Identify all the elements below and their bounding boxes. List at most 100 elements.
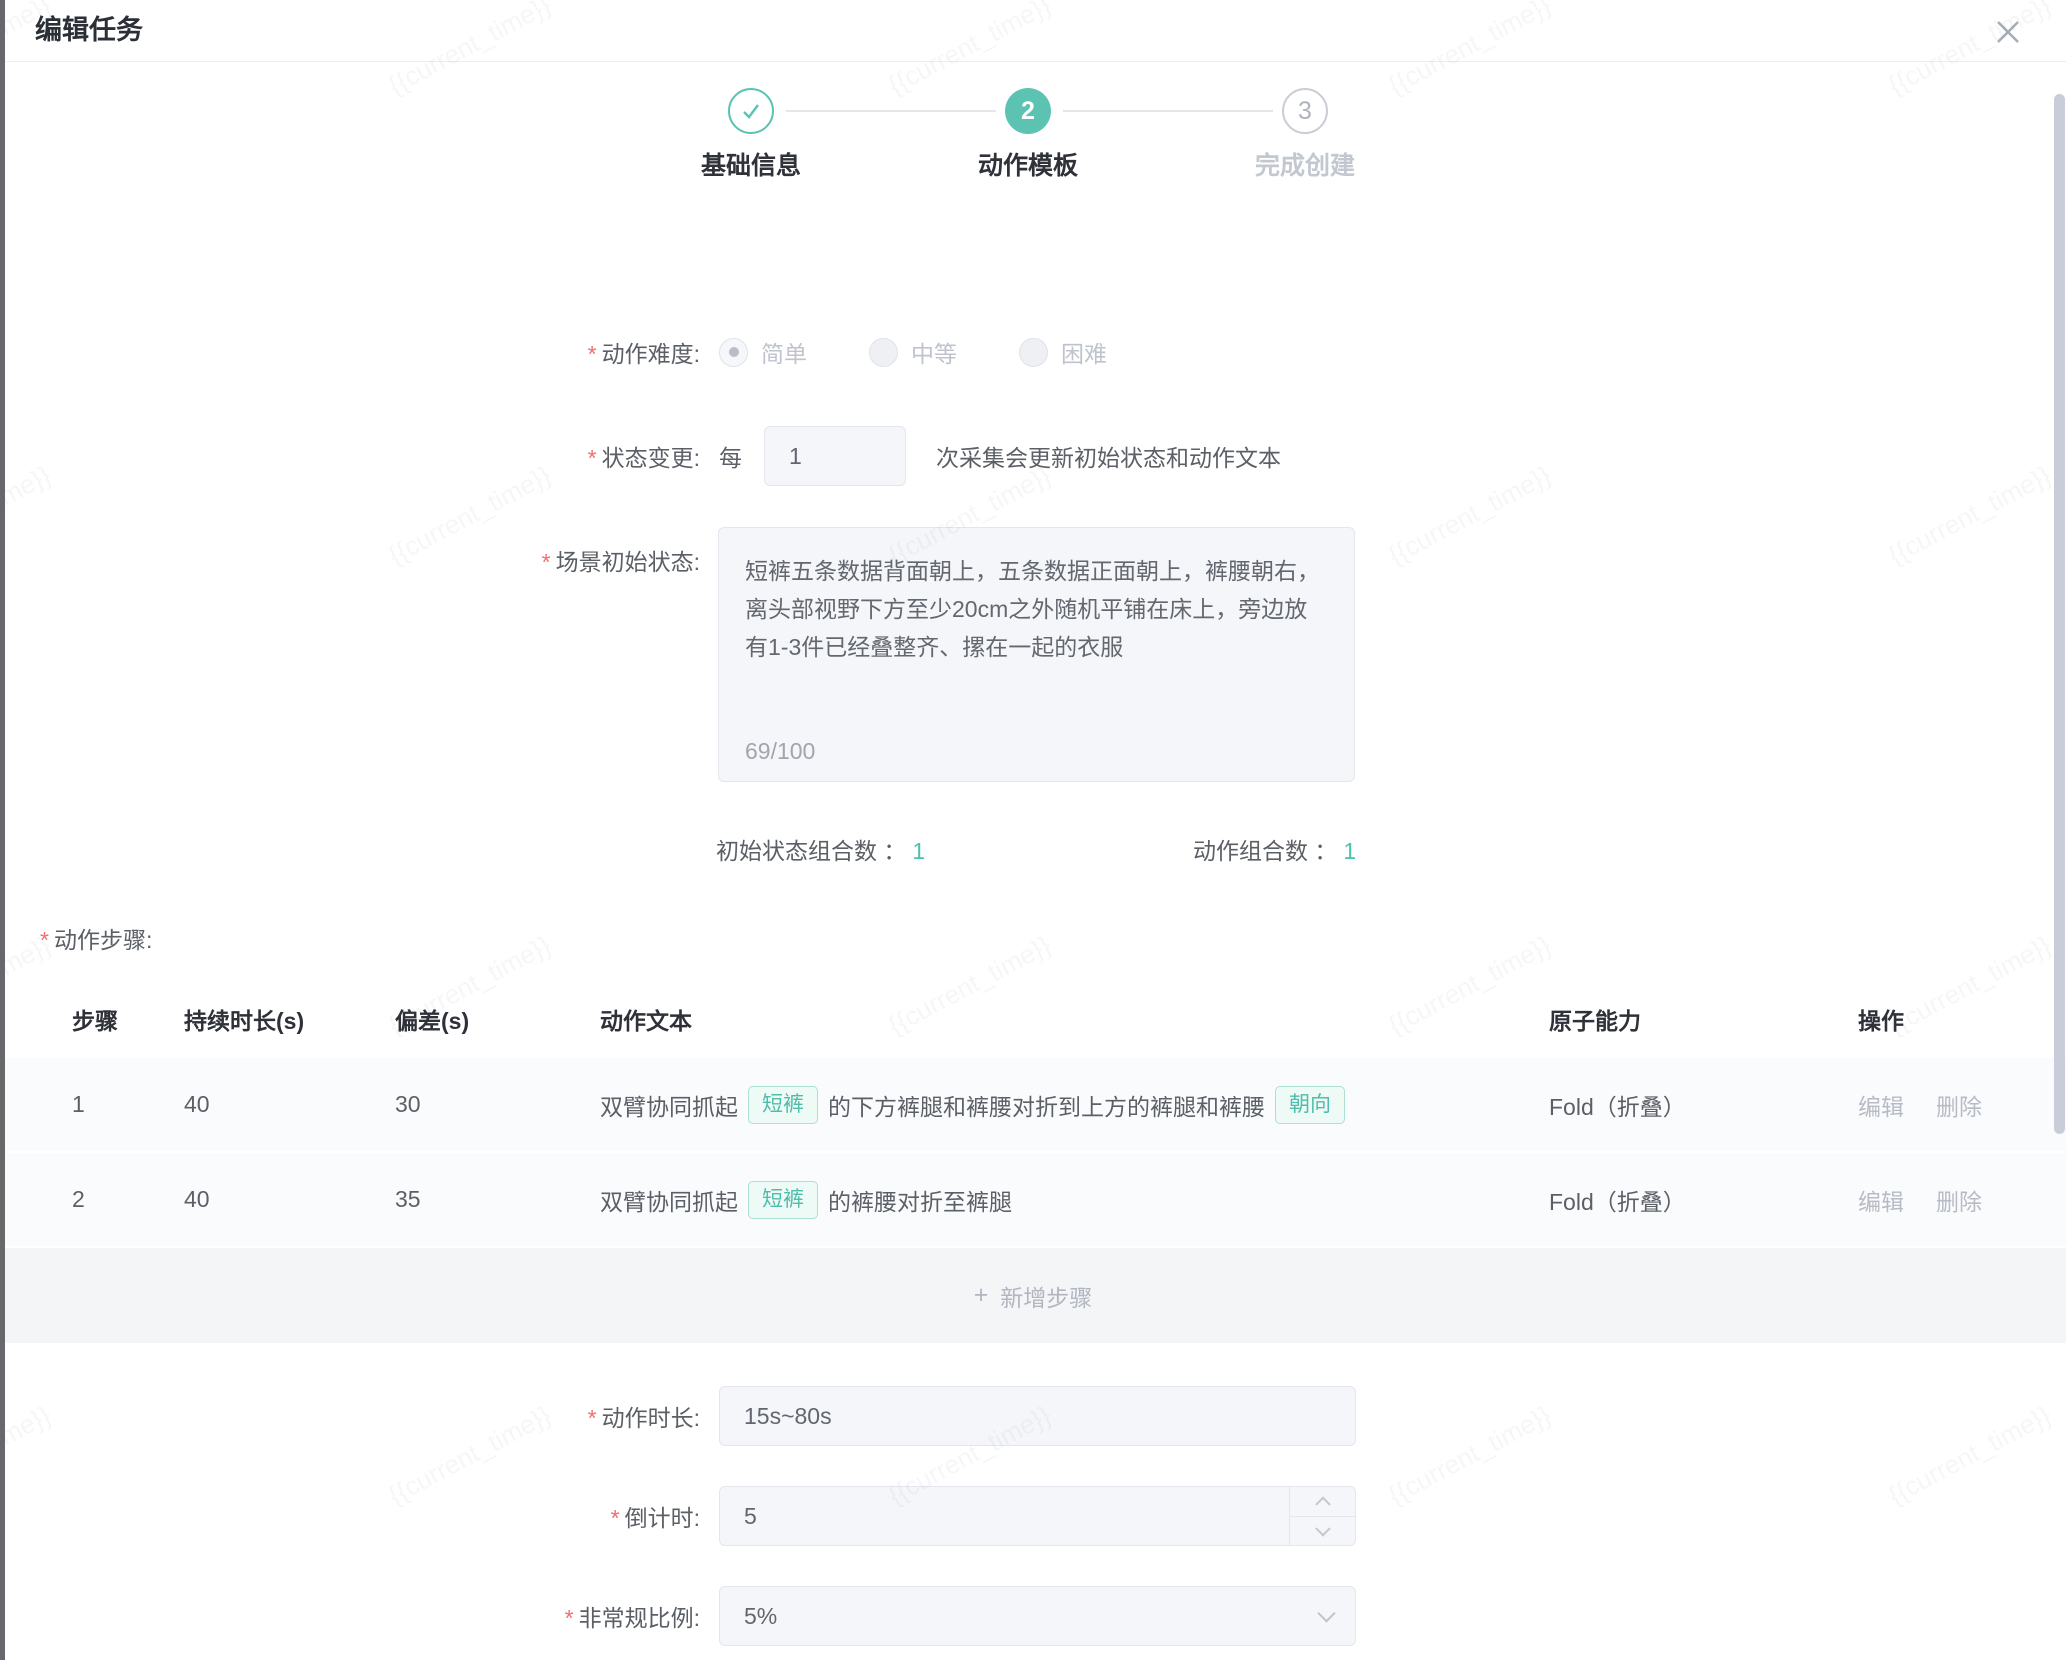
cell-operations: 编辑 删除 xyxy=(1852,1183,2066,1217)
table-header-row: 步骤 持续时长(s) 偏差(s) 动作文本 原子能力 操作 xyxy=(0,980,2066,1058)
action-combos-value: 1 xyxy=(1343,838,1356,864)
spinner-down-button[interactable] xyxy=(1290,1516,1355,1545)
add-step-label: 新增步骤 xyxy=(1000,1279,1092,1313)
action-steps-title: *动作步骤: xyxy=(40,921,152,955)
countdown-value: 5 xyxy=(744,1503,757,1530)
required-mark: * xyxy=(588,1405,597,1431)
radio-medium-label: 中等 xyxy=(911,335,957,369)
radio-circle-icon xyxy=(1019,338,1048,367)
difficulty-label: *动作难度: xyxy=(0,335,700,369)
cell-deviation: 30 xyxy=(395,1091,600,1118)
initial-state-label: *场景初始状态: xyxy=(0,543,700,577)
step-2-label: 动作模板 xyxy=(908,146,1148,182)
chevron-down-icon xyxy=(1317,1604,1335,1622)
state-change-suffix: 次采集会更新初始状态和动作文本 xyxy=(936,439,1281,473)
cell-step: 2 xyxy=(0,1186,184,1213)
countdown-label: *倒计时: xyxy=(0,1499,700,1533)
step-1-label: 基础信息 xyxy=(631,146,871,182)
state-change-input[interactable]: 1 xyxy=(764,426,906,486)
number-spinner xyxy=(1289,1487,1355,1545)
cell-action-text: 双臂协同抓起 短裤 的下方裤腿和裤腰对折到上方的裤腿和裤腰 朝向 xyxy=(600,1086,1549,1124)
close-icon xyxy=(1992,16,2024,48)
spinner-up-button[interactable] xyxy=(1290,1487,1355,1516)
edit-task-dialog: {{current_time}}{{current_time}}{{curren… xyxy=(0,0,2066,1660)
initial-combos: 初始状态组合数 ：1 xyxy=(716,832,925,866)
step-3-circle[interactable]: 3 xyxy=(1282,88,1328,134)
required-mark: * xyxy=(40,927,49,953)
chevron-down-icon xyxy=(1315,1521,1331,1537)
action-text-segment: 的裤腰对折至裤腿 xyxy=(828,1183,1012,1217)
countdown-input[interactable]: 5 xyxy=(719,1486,1356,1546)
radio-hard[interactable]: 困难 xyxy=(1019,335,1107,369)
chevron-up-icon xyxy=(1315,1496,1331,1512)
col-header-step: 步骤 xyxy=(0,1002,184,1036)
cell-duration: 40 xyxy=(184,1091,395,1118)
initial-combos-label: 初始状态组合数 ： xyxy=(716,838,906,864)
cell-ability: Fold（折叠） xyxy=(1549,1088,1852,1122)
step-2-circle[interactable]: 2 xyxy=(1005,88,1051,134)
add-step-button[interactable]: + 新增步骤 xyxy=(0,1248,2066,1343)
col-header-duration: 持续时长(s) xyxy=(184,1002,395,1036)
action-steps-table: 步骤 持续时长(s) 偏差(s) 动作文本 原子能力 操作 1 40 30 双臂… xyxy=(0,980,2066,1343)
radio-hard-label: 困难 xyxy=(1061,335,1107,369)
step-connector xyxy=(1063,110,1273,112)
required-mark: * xyxy=(588,445,597,471)
col-header-action-text: 动作文本 xyxy=(600,1002,1549,1036)
edit-link[interactable]: 编辑 xyxy=(1858,1189,1904,1215)
object-tag: 短裤 xyxy=(748,1086,818,1124)
unusual-ratio-row: *非常规比例: 5% xyxy=(0,1586,2066,1646)
close-button[interactable] xyxy=(1992,16,2024,48)
unusual-ratio-value: 5% xyxy=(744,1603,777,1630)
edit-link[interactable]: 编辑 xyxy=(1858,1094,1904,1120)
cell-operations: 编辑 删除 xyxy=(1852,1088,2066,1122)
unusual-ratio-select[interactable]: 5% xyxy=(719,1586,1356,1646)
cell-deviation: 35 xyxy=(395,1186,600,1213)
table-row: 1 40 30 双臂协同抓起 短裤 的下方裤腿和裤腰对折到上方的裤腿和裤腰 朝向… xyxy=(0,1058,2066,1153)
step-connector xyxy=(786,110,996,112)
col-header-ability: 原子能力 xyxy=(1549,1002,1852,1036)
combos-row: 初始状态组合数 ：1 动作组合数 ：1 xyxy=(0,832,2066,864)
check-icon xyxy=(739,99,763,123)
required-mark: * xyxy=(565,1605,574,1631)
duration-input[interactable]: 15s~80s xyxy=(719,1386,1356,1446)
step-2-number: 2 xyxy=(1021,97,1035,126)
col-header-operations: 操作 xyxy=(1852,1002,2066,1036)
object-tag: 短裤 xyxy=(748,1181,818,1219)
action-combos-label: 动作组合数 ： xyxy=(1193,838,1337,864)
radio-medium[interactable]: 中等 xyxy=(869,335,957,369)
delete-link[interactable]: 删除 xyxy=(1936,1189,1982,1215)
step-3-number: 3 xyxy=(1298,97,1312,126)
orientation-tag: 朝向 xyxy=(1275,1086,1345,1124)
delete-link[interactable]: 删除 xyxy=(1936,1094,1982,1120)
scrollbar-thumb[interactable] xyxy=(2054,94,2065,1134)
radio-easy-label: 简单 xyxy=(761,335,807,369)
action-combos: 动作组合数 ：1 xyxy=(1193,832,1356,866)
countdown-row: *倒计时: 5 xyxy=(0,1486,2066,1546)
step-3-label: 完成创建 xyxy=(1185,146,1425,182)
cell-action-text: 双臂协同抓起 短裤 的裤腰对折至裤腿 xyxy=(600,1181,1549,1219)
page-edge-strip xyxy=(0,0,5,1660)
radio-circle-icon xyxy=(869,338,898,367)
initial-state-textarea[interactable]: 短裤五条数据背面朝上，五条数据正面朝上，裤腰朝右，离头部视野下方至少20cm之外… xyxy=(718,527,1355,782)
initial-state-text: 短裤五条数据背面朝上，五条数据正面朝上，裤腰朝右，离头部视野下方至少20cm之外… xyxy=(745,552,1328,666)
col-header-deviation: 偏差(s) xyxy=(395,1002,600,1036)
scrollbar[interactable] xyxy=(2052,64,2066,1660)
action-text-segment: 双臂协同抓起 xyxy=(600,1183,738,1217)
initial-combos-value: 1 xyxy=(912,838,925,864)
required-mark: * xyxy=(611,1505,620,1531)
duration-label: *动作时长: xyxy=(0,1399,700,1433)
radio-circle-checked-icon xyxy=(719,338,748,367)
duration-value: 15s~80s xyxy=(744,1403,832,1430)
step-1-circle[interactable] xyxy=(728,88,774,134)
action-text-segment: 双臂协同抓起 xyxy=(600,1088,738,1122)
action-text-segment: 的下方裤腿和裤腰对折到上方的裤腿和裤腰 xyxy=(828,1088,1265,1122)
required-mark: * xyxy=(588,341,597,367)
cell-step: 1 xyxy=(0,1091,184,1118)
radio-easy[interactable]: 简单 xyxy=(719,335,807,369)
dialog-header: 编辑任务 xyxy=(5,0,2066,62)
state-change-row: *状态变更: 每 1 次采集会更新初始状态和动作文本 xyxy=(0,426,2066,486)
difficulty-row: *动作难度: 简单 中等 困难 xyxy=(0,330,2066,374)
duration-row: *动作时长: 15s~80s xyxy=(0,1386,2066,1446)
table-row: 2 40 35 双臂协同抓起 短裤 的裤腰对折至裤腿 Fold（折叠） 编辑删除 xyxy=(0,1153,2066,1248)
required-mark: * xyxy=(542,549,551,575)
